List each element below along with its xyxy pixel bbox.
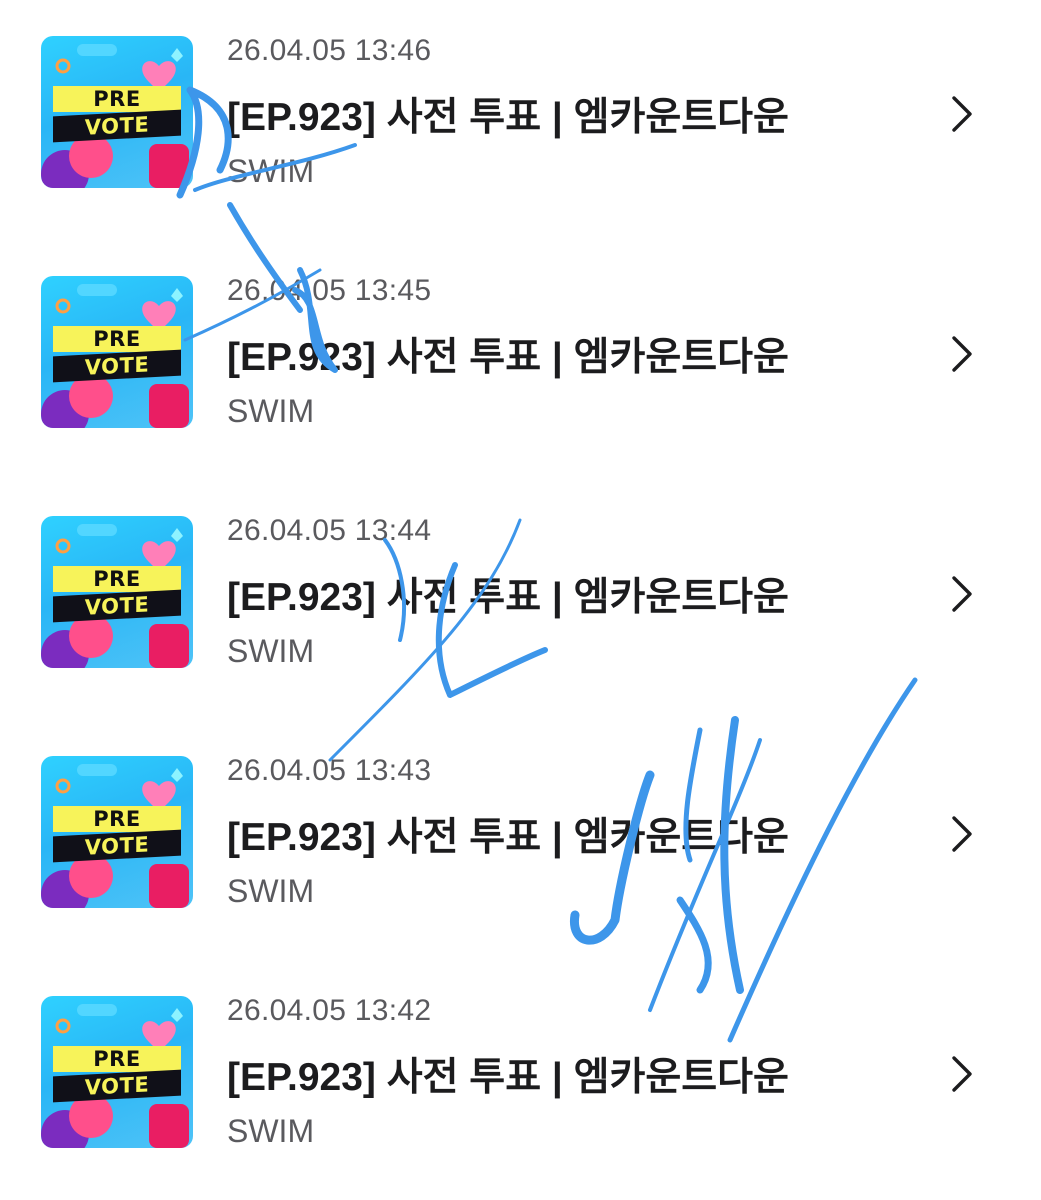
thumbnail-text-pre: PRE bbox=[53, 1046, 181, 1072]
item-title: [EP.923] 사전 투표 | 엠카운트다운 bbox=[227, 816, 789, 859]
thumbnail-text-pre: PRE bbox=[53, 566, 181, 592]
prevote-thumbnail: PRE VOTE bbox=[41, 996, 193, 1148]
item-source: SWIM bbox=[227, 1113, 315, 1149]
chevron-right-icon[interactable] bbox=[944, 334, 978, 374]
prevote-thumbnail: PRE VOTE bbox=[41, 756, 193, 908]
item-source: SWIM bbox=[227, 873, 315, 909]
list-item[interactable]: PRE VOTE 26.04.05 13:42 [EP.923] 사전 투표 |… bbox=[0, 960, 1041, 1160]
item-timestamp: 26.04.05 13:44 bbox=[227, 514, 432, 547]
item-timestamp: 26.04.05 13:43 bbox=[227, 754, 432, 787]
thumbnail-text-pre: PRE bbox=[53, 86, 181, 112]
chevron-right-icon[interactable] bbox=[944, 814, 978, 854]
item-title: [EP.923] 사전 투표 | 엠카운트다운 bbox=[227, 96, 789, 139]
chevron-right-icon[interactable] bbox=[944, 574, 978, 614]
prevote-thumbnail: PRE VOTE bbox=[41, 36, 193, 188]
item-title: [EP.923] 사전 투표 | 엠카운트다운 bbox=[227, 336, 789, 379]
list-item[interactable]: PRE VOTE 26.04.05 13:44 [EP.923] 사전 투표 |… bbox=[0, 480, 1041, 680]
chevron-right-icon[interactable] bbox=[944, 94, 978, 134]
item-source: SWIM bbox=[227, 633, 315, 669]
item-timestamp: 26.04.05 13:45 bbox=[227, 274, 432, 307]
item-title: [EP.923] 사전 투표 | 엠카운트다운 bbox=[227, 576, 789, 619]
item-source: SWIM bbox=[227, 393, 315, 429]
chevron-right-icon[interactable] bbox=[944, 1054, 978, 1094]
prevote-thumbnail: PRE VOTE bbox=[41, 276, 193, 428]
list-item[interactable]: PRE VOTE 26.04.05 13:46 [EP.923] 사전 투표 |… bbox=[0, 0, 1041, 200]
item-timestamp: 26.04.05 13:46 bbox=[227, 34, 432, 67]
post-list: PRE VOTE 26.04.05 13:46 [EP.923] 사전 투표 |… bbox=[0, 0, 1041, 1200]
item-timestamp: 26.04.05 13:42 bbox=[227, 994, 432, 1027]
thumbnail-text-pre: PRE bbox=[53, 326, 181, 352]
item-title: [EP.923] 사전 투표 | 엠카운트다운 bbox=[227, 1056, 789, 1099]
item-source: SWIM bbox=[227, 153, 315, 189]
prevote-thumbnail: PRE VOTE bbox=[41, 516, 193, 668]
thumbnail-text-pre: PRE bbox=[53, 806, 181, 832]
list-item[interactable]: PRE VOTE 26.04.05 13:45 [EP.923] 사전 투표 |… bbox=[0, 240, 1041, 440]
list-item[interactable]: PRE VOTE 26.04.05 13:43 [EP.923] 사전 투표 |… bbox=[0, 720, 1041, 920]
